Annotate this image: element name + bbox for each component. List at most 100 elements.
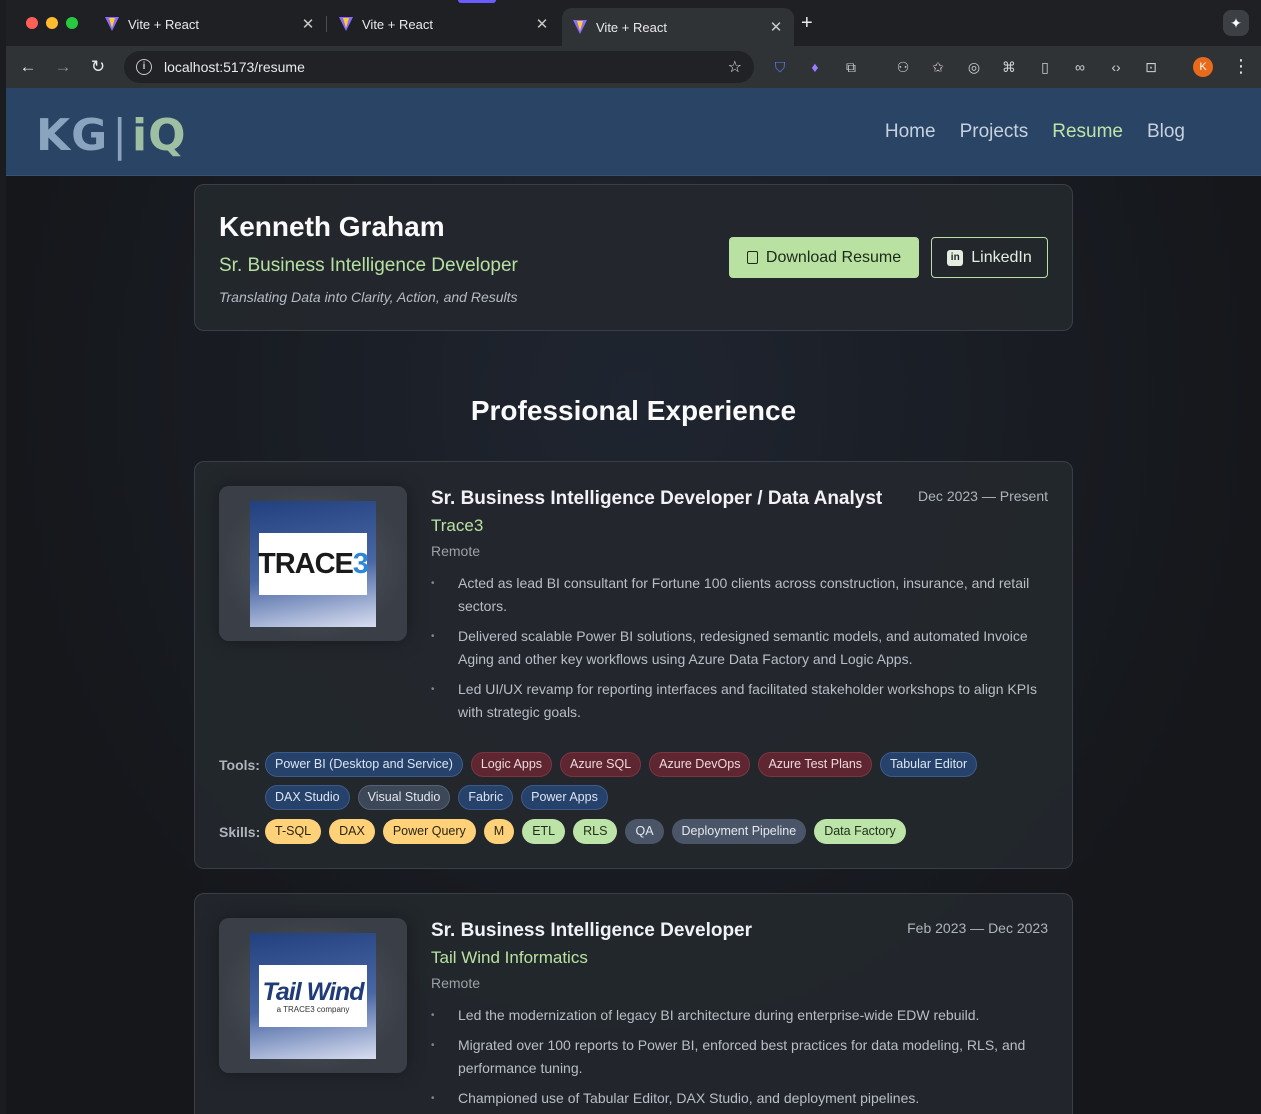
job-title: Sr. Business Intelligence Developer / Da…: [431, 488, 883, 509]
company-logo-frame: TRACE3: [219, 486, 407, 641]
skill-tag: RLS: [573, 819, 618, 844]
tab-accent: [458, 0, 496, 3]
skill-tag: Data Factory: [814, 819, 906, 844]
tab-title: Vite + React: [596, 19, 667, 35]
list-item: Migrated over 100 reports to Power BI, e…: [431, 1034, 1051, 1080]
trace3-logo: TRACE3: [250, 501, 376, 627]
trace3-logo-text: TRACE3: [257, 547, 369, 580]
site-info-icon[interactable]: i: [136, 59, 152, 75]
incognito-icon[interactable]: ⚇: [893, 57, 913, 77]
tool-tag: Power BI (Desktop and Service): [265, 752, 463, 777]
tools-label: Tools:: [219, 757, 260, 773]
close-tab-icon[interactable]: ✕: [534, 15, 550, 33]
logo-divider: |: [112, 110, 129, 161]
skill-tag: M: [483, 819, 515, 844]
tool-tag: Azure DevOps: [649, 752, 751, 777]
job-bullets: Acted as lead BI consultant for Fortune …: [431, 572, 1051, 731]
tailwind-logo-text: Tail Wind: [262, 978, 365, 1006]
person-name: Kenneth Graham: [219, 211, 445, 242]
tools-row: Tools: Power BI (Desktop and Service) Log…: [219, 752, 1045, 810]
link-icon[interactable]: ∞: [1070, 57, 1090, 77]
skills-row: Skills: T-SQL DAX Power Query M ETL RLS QA Depl…: [219, 819, 1045, 844]
maximize-window-button[interactable]: [66, 17, 78, 29]
reload-icon[interactable]: ↻: [87, 56, 109, 78]
tool-tag: Azure Test Plans: [758, 752, 873, 777]
tailwind-logo: Tail Wind a TRACE3 company: [250, 933, 376, 1059]
tool-tag: Visual Studio: [357, 785, 451, 810]
list-item: Led UI/UX revamp for reporting interface…: [431, 678, 1051, 724]
profile-avatar[interactable]: K: [1193, 57, 1213, 77]
section-title: Professional Experience: [470, 395, 797, 426]
skill-tag: QA: [625, 819, 664, 844]
job-location: Remote: [431, 543, 481, 559]
tailwind-logo-sub: a TRACE3 company: [276, 1005, 350, 1014]
job-title: Sr. Business Intelligence Developer: [431, 920, 753, 941]
person-role: Sr. Business Intelligence Developer: [219, 255, 518, 276]
tab-title: Vite + React: [362, 16, 433, 32]
search-tab-icon[interactable]: ⊡: [1141, 57, 1161, 77]
close-window-button[interactable]: [26, 17, 38, 29]
minimize-window-button[interactable]: [46, 17, 58, 29]
url-text[interactable]: localhost:5173/resume: [164, 59, 728, 75]
experience-card: TRACE3 Sr. Business Intelligence Develop…: [194, 461, 1073, 869]
extensions-puzzle-icon[interactable]: ⧉: [841, 57, 861, 77]
tool-tag: Azure SQL: [560, 752, 642, 777]
skill-tag: DAX: [329, 819, 375, 844]
experience-card: Tail Wind a TRACE3 company Sr. Business …: [194, 893, 1073, 1114]
tools-tags: Power BI (Desktop and Service) Logic Apps…: [265, 752, 1045, 810]
nav-projects[interactable]: Projects: [960, 121, 1029, 143]
nav-blog[interactable]: Blog: [1147, 121, 1185, 143]
address-bar[interactable]: i localhost:5173/resume ☆: [124, 51, 754, 83]
site-nav: Home Projects Resume Blog: [885, 121, 1185, 143]
logo-iq: iQ: [132, 110, 187, 161]
job-company: Trace3: [431, 516, 484, 535]
browser-tab-1[interactable]: Vite + React ✕: [94, 8, 326, 40]
logo-kg: KG: [36, 110, 109, 161]
screenshot-icon[interactable]: ◎: [964, 57, 984, 77]
list-item: Led the modernization of legacy BI archi…: [431, 1004, 1051, 1027]
company-logo-frame: Tail Wind a TRACE3 company: [219, 918, 407, 1073]
linkedin-label: LinkedIn: [971, 248, 1032, 266]
browser-tab-3-active[interactable]: Vite + React ✕: [562, 8, 794, 46]
skill-tag: T-SQL: [265, 819, 322, 844]
linkedin-icon: in: [947, 249, 964, 266]
page-content: KG|iQ Home Projects Resume Blog Kenneth …: [6, 88, 1261, 1114]
download-resume-label: Download Resume: [765, 248, 902, 266]
translate-icon[interactable]: ⌘: [999, 57, 1019, 77]
tool-tag: Logic Apps: [470, 752, 553, 777]
gemini-icon[interactable]: ✦: [1223, 10, 1249, 36]
new-tab-button[interactable]: +: [801, 12, 813, 35]
skill-tag: Deployment Pipeline: [671, 819, 807, 844]
browser-toolbar: ← → ↻ i localhost:5173/resume ☆ ⛉ ♦ ⧉ ⚇ …: [6, 46, 1261, 88]
site-logo[interactable]: KG|iQ: [36, 110, 187, 161]
nav-resume[interactable]: Resume: [1052, 121, 1123, 143]
extension-flame-icon[interactable]: ♦: [805, 57, 825, 77]
tool-tag: DAX Studio: [265, 785, 350, 810]
nav-home[interactable]: Home: [885, 121, 936, 143]
linkedin-button[interactable]: in LinkedIn: [931, 237, 1048, 278]
menu-kebab-icon[interactable]: ⋮: [1232, 56, 1250, 77]
code-icon[interactable]: ‹›: [1106, 57, 1126, 77]
reader-mode-icon[interactable]: ▯: [1035, 57, 1055, 77]
bookmark-star-icon[interactable]: ☆: [728, 57, 742, 77]
star-list-icon[interactable]: ✩: [928, 57, 948, 77]
forward-arrow-icon[interactable]: →: [52, 56, 74, 78]
bitwarden-shield-icon[interactable]: ⛉: [770, 57, 790, 77]
resume-header-card: Kenneth Graham Sr. Business Intelligence…: [194, 184, 1073, 331]
browser-tab-2[interactable]: Vite + React ✕: [328, 8, 560, 40]
close-tab-icon[interactable]: ✕: [768, 18, 784, 36]
back-arrow-icon[interactable]: ←: [17, 56, 39, 78]
job-dates: Dec 2023 — Present: [918, 488, 1048, 504]
tool-tag: Fabric: [458, 785, 514, 810]
document-icon: [746, 251, 758, 264]
list-item: Championed use of Tabular Editor, DAX St…: [431, 1087, 1051, 1110]
tool-tag: Tabular Editor: [880, 752, 978, 777]
job-location: Remote: [431, 975, 481, 991]
list-item: Delivered scalable Power BI solutions, r…: [431, 625, 1051, 671]
job-company: Tail Wind Informatics: [431, 948, 588, 967]
download-resume-button[interactable]: Download Resume: [729, 237, 919, 278]
vite-icon: [104, 16, 120, 32]
tab-strip: Vite + React ✕ Vite + React ✕ Vite + Rea…: [6, 0, 1261, 46]
list-item: Acted as lead BI consultant for Fortune …: [431, 572, 1051, 618]
close-tab-icon[interactable]: ✕: [300, 15, 316, 33]
